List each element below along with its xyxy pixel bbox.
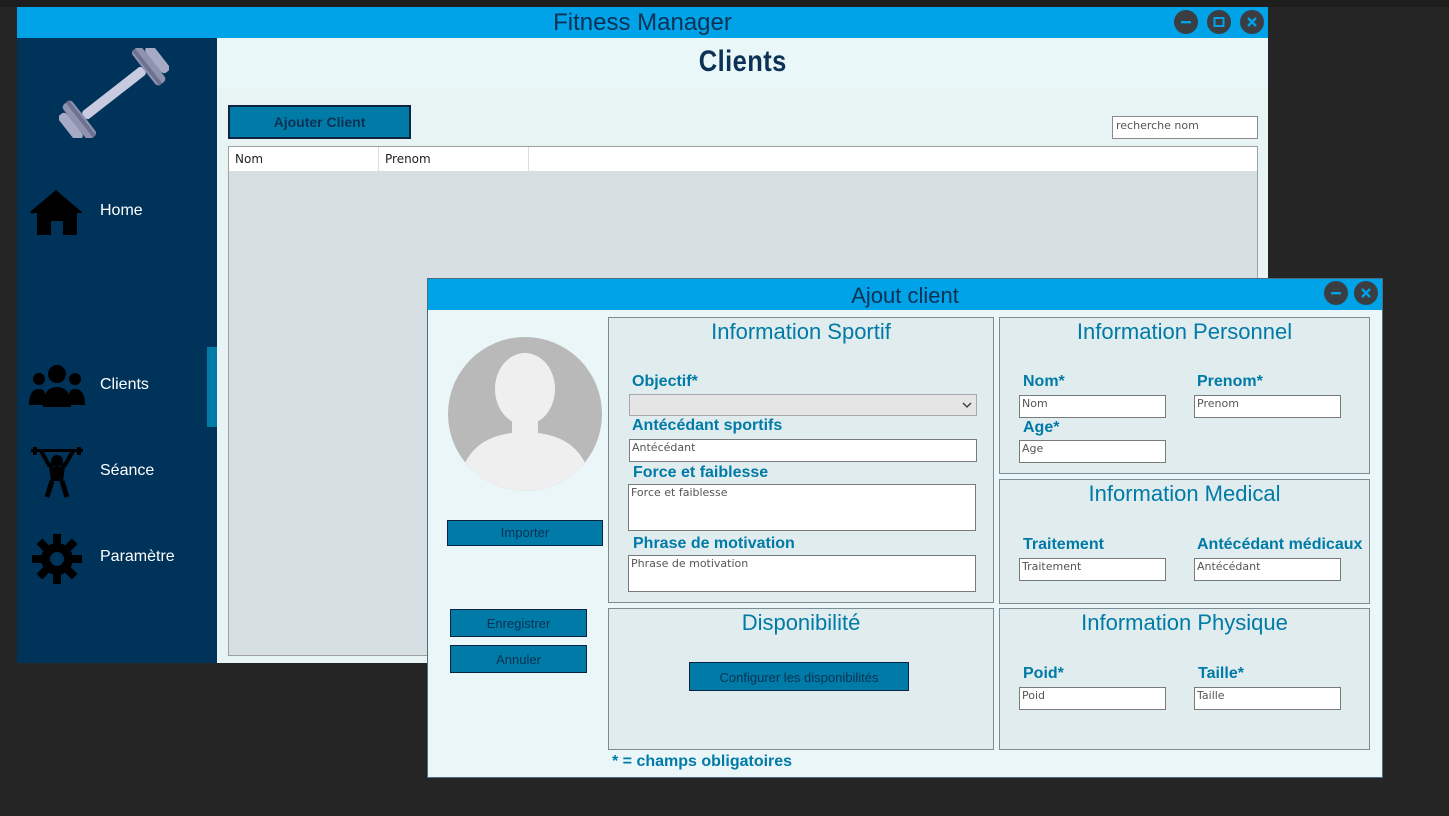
close-button[interactable]	[1240, 10, 1264, 34]
chevron-down-icon	[962, 402, 972, 408]
dialog-close-button[interactable]	[1354, 281, 1378, 305]
antecedant-sportifs-label: Antécédant sportifs	[632, 417, 783, 434]
app-title: Fitness Manager	[553, 9, 732, 36]
column-header-prenom[interactable]: Prenom	[379, 147, 529, 171]
minimize-button[interactable]	[1174, 10, 1198, 34]
required-fields-note: * = champs obligatoires	[612, 753, 793, 770]
maximize-button[interactable]	[1207, 10, 1231, 34]
panel-heading: Information Sportif	[711, 319, 891, 344]
minimize-icon	[1331, 292, 1341, 295]
prenom-label: Prenom*	[1197, 373, 1263, 390]
active-indicator	[207, 347, 217, 427]
personal-info-panel: Information Personnel Nom* Nom Prenom* P…	[999, 317, 1370, 474]
nom-input[interactable]: Nom	[1019, 395, 1166, 418]
objectif-label: Objectif*	[632, 373, 698, 390]
sidebar-item-seance[interactable]: Séance	[17, 443, 217, 503]
force-faiblesse-textarea[interactable]: Force et faiblesse	[628, 484, 976, 531]
nom-label: Nom*	[1023, 373, 1065, 390]
minimize-icon	[1181, 21, 1191, 24]
maximize-icon	[1213, 17, 1225, 27]
motivation-label: Phrase de motivation	[633, 535, 795, 552]
home-icon	[30, 189, 83, 235]
add-client-button[interactable]: Ajouter Client	[228, 105, 411, 139]
avatar-placeholder-icon	[448, 337, 602, 491]
weightlifter-icon	[31, 447, 83, 498]
users-icon	[29, 365, 85, 407]
age-label: Age*	[1023, 419, 1060, 436]
save-button[interactable]: Enregistrer	[450, 609, 587, 637]
sidebar-item-label: Clients	[100, 376, 149, 393]
age-input[interactable]: Age	[1019, 440, 1166, 463]
force-faiblesse-label: Force et faiblesse	[633, 464, 769, 481]
physical-info-panel: Information Physique Poid* Poid Taille* …	[999, 608, 1370, 750]
panel-heading: Disponibilité	[741, 610, 861, 635]
page-title-bar: Clients	[217, 38, 1268, 88]
dialog-minimize-button[interactable]	[1324, 281, 1348, 305]
configure-availability-button[interactable]: Configurer les disponibilités	[689, 662, 909, 691]
sidebar: Home Clients Séance Paramètre	[17, 38, 217, 663]
antecedant-sportifs-input[interactable]: Antécédant	[629, 439, 977, 462]
sidebar-item-label: Home	[100, 202, 143, 219]
prenom-input[interactable]: Prenom	[1194, 395, 1341, 418]
table-header: Nom Prenom	[229, 147, 1257, 171]
search-input[interactable]: recherche nom	[1112, 116, 1258, 139]
sidebar-item-parametre[interactable]: Paramètre	[17, 529, 217, 589]
taille-input[interactable]: Taille	[1194, 687, 1341, 710]
antecedant-medicaux-label: Antécédant médicaux	[1197, 536, 1363, 553]
medical-info-panel: Information Medical Traitement Traitemen…	[999, 479, 1370, 604]
add-client-dialog: Ajout client Importer Enregistrer Annule…	[427, 278, 1383, 778]
dialog-title: Ajout client	[851, 283, 959, 308]
close-icon	[1361, 288, 1371, 298]
availability-panel: Disponibilité Configurer les disponibili…	[608, 608, 994, 750]
cancel-button[interactable]: Annuler	[450, 645, 587, 673]
objectif-select[interactable]	[629, 394, 977, 416]
panel-heading: Information Physique	[1081, 610, 1288, 635]
poid-label: Poid*	[1023, 665, 1064, 682]
traitement-input[interactable]: Traitement	[1019, 558, 1166, 581]
sport-info-panel: Information Sportif Objectif* Antécédant…	[608, 317, 994, 603]
page-title: Clients	[698, 45, 787, 78]
motivation-textarea[interactable]: Phrase de motivation	[628, 555, 976, 592]
panel-heading: Information Medical	[1088, 481, 1281, 506]
main-titlebar: Fitness Manager	[17, 7, 1268, 38]
sidebar-item-home[interactable]: Home	[17, 183, 217, 243]
poid-input[interactable]: Poid	[1019, 687, 1166, 710]
desktop-top-strip	[0, 0, 1449, 7]
dialog-titlebar: Ajout client	[428, 279, 1382, 310]
close-icon	[1247, 17, 1257, 27]
sidebar-item-label: Paramètre	[100, 548, 175, 565]
column-header-nom[interactable]: Nom	[229, 147, 379, 171]
gear-icon	[32, 534, 82, 584]
traitement-label: Traitement	[1023, 536, 1104, 553]
panel-heading: Information Personnel	[1076, 319, 1293, 344]
dumbbell-logo-icon	[59, 48, 169, 138]
sidebar-item-label: Séance	[100, 462, 155, 479]
sidebar-item-clients[interactable]: Clients	[17, 357, 217, 417]
import-button[interactable]: Importer	[447, 520, 603, 546]
taille-label: Taille*	[1198, 665, 1244, 682]
antecedant-medicaux-input[interactable]: Antécédant	[1194, 558, 1341, 581]
